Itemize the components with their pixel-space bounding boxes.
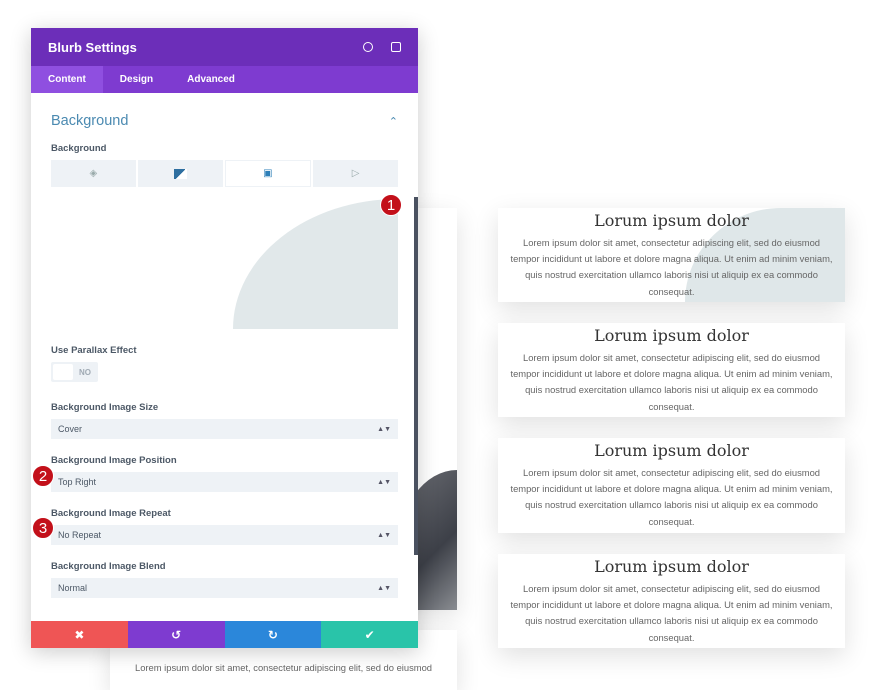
step-badge-3: 3 (32, 517, 54, 539)
panel-scrollbar[interactable] (414, 197, 418, 555)
section-title: Background (51, 113, 129, 129)
step-badge-1: 1 (380, 194, 402, 216)
cancel-button[interactable]: ✖ (31, 621, 128, 648)
image-icon[interactable]: ▣ (224, 160, 312, 187)
select-arrows-icon: ▲▼ (377, 425, 391, 433)
color-icon[interactable]: ◈ (51, 160, 136, 187)
chevron-up-icon[interactable]: ⌃ (389, 115, 398, 128)
image-repeat-select[interactable]: No Repeat ▲▼ (51, 525, 398, 545)
undo-button[interactable]: ↺ (127, 621, 225, 648)
image-position-label: Background Image Position (51, 455, 177, 466)
background-type-tabs: ◈ ▣ ▷ (51, 160, 398, 187)
blurb-title: Lorum ipsum dolor (594, 326, 749, 345)
toggle-value: NO (79, 367, 91, 377)
select-value: No Repeat (58, 530, 102, 540)
tab-advanced[interactable]: Advanced (170, 66, 252, 93)
blurb-text: Lorem ipsum dolor sit amet, consectetur … (510, 237, 833, 297)
blurb-text: Lorem ipsum dolor sit amet, consectetur … (134, 662, 433, 673)
fullscreen-icon[interactable] (363, 42, 373, 52)
section-header-background[interactable]: Background ⌃ (51, 113, 398, 129)
save-button[interactable]: ✔ (321, 621, 418, 648)
select-arrows-icon: ▲▼ (377, 478, 391, 486)
panel-tabs: Content Design Advanced (31, 66, 418, 93)
tab-content[interactable]: Content (31, 66, 103, 93)
panel-header: Blurb Settings (31, 28, 418, 66)
select-value: Normal (58, 583, 88, 593)
select-value: Cover (58, 424, 83, 434)
blurb-card-3: Lorum ipsum dolor Lorem ipsum dolor sit a… (498, 438, 845, 533)
blurb-text: Lorem ipsum dolor sit amet, consectetur … (510, 352, 833, 412)
gradient-icon[interactable] (137, 160, 223, 187)
redo-button[interactable]: ↻ (224, 621, 322, 648)
image-repeat-label: Background Image Repeat (51, 508, 171, 519)
video-icon[interactable]: ▷ (313, 160, 398, 187)
blurb-card-2: Lorum ipsum dolor Lorem ipsum dolor sit a… (498, 323, 845, 417)
blurb-title: Lorum ipsum dolor (594, 211, 749, 230)
tab-design[interactable]: Design (103, 66, 170, 93)
image-blend-select[interactable]: Normal ▲▼ (51, 578, 398, 598)
background-image-preview[interactable] (51, 199, 398, 329)
panel-title: Blurb Settings (48, 39, 137, 55)
split-view-icon[interactable] (391, 42, 401, 52)
select-value: Top Right (58, 477, 97, 487)
select-arrows-icon: ▲▼ (377, 584, 391, 592)
blurb-text: Lorem ipsum dolor sit amet, consectetur … (510, 583, 833, 643)
select-arrows-icon: ▲▼ (377, 531, 391, 539)
background-label: Background (51, 143, 107, 154)
image-blend-label: Background Image Blend (51, 561, 166, 572)
step-badge-2: 2 (32, 465, 54, 487)
blurb-card-4: Lorum ipsum dolor Lorem ipsum dolor sit a… (498, 554, 845, 648)
blurb-title: Lorum ipsum dolor (594, 441, 749, 460)
blurb-card-1: Lorum ipsum dolor Lorem ipsum dolor sit a… (498, 208, 845, 302)
image-size-select[interactable]: Cover ▲▼ (51, 419, 398, 439)
image-size-label: Background Image Size (51, 402, 159, 413)
parallax-toggle[interactable]: NO (51, 362, 98, 382)
blurb-title: Lorum ipsum dolor (594, 557, 749, 576)
blurb-settings-panel: Blurb Settings Content Design Advanced B… (31, 28, 418, 648)
panel-footer: ✖ ↺ ↻ ✔ (31, 621, 418, 648)
image-position-select[interactable]: Top Right ▲▼ (51, 472, 398, 492)
parallax-label: Use Parallax Effect (51, 345, 137, 356)
blurb-text: Lorem ipsum dolor sit amet, consectetur … (510, 467, 833, 527)
